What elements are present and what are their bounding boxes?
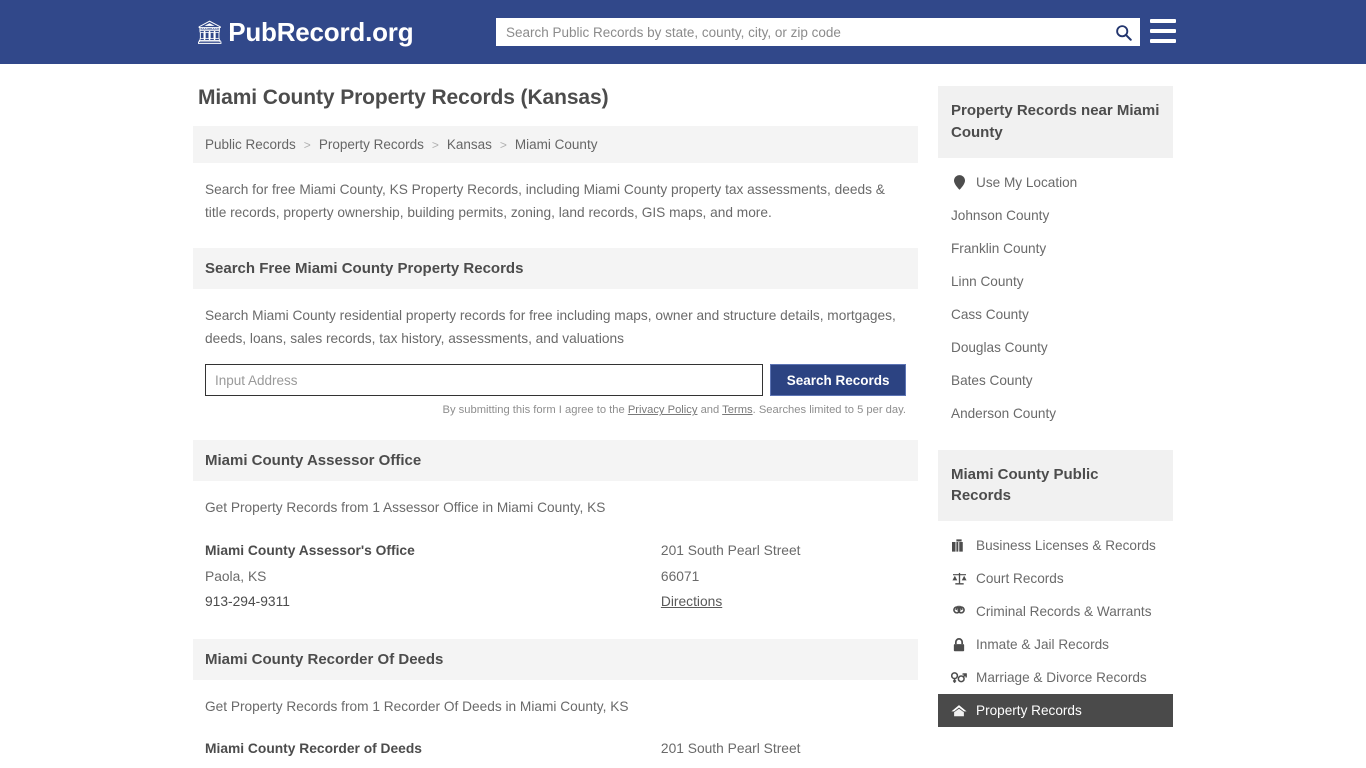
hamburger-menu-icon[interactable] (1150, 19, 1176, 43)
office-zip: 66071 (660, 568, 700, 584)
office-right-column: 201 South Pearl Street 66071 Directions (661, 538, 906, 615)
sidebar-item-label: Criminal Records & Warrants (976, 604, 1152, 619)
site-header: 🏛 PubRecord.org (0, 0, 1366, 64)
breadcrumb-item-property-records[interactable]: Property Records (319, 137, 424, 152)
main-content: Miami County Property Records (Kansas) P… (193, 86, 918, 768)
sidebar-public-records-block: Miami County Public Records Business Lic… (938, 449, 1173, 727)
office-zip: 66071 (661, 762, 906, 768)
recorder-section-heading: Miami County Recorder Of Deeds (193, 638, 918, 680)
sidebar-public-records-heading: Miami County Public Records (938, 449, 1173, 521)
sidebar-item-douglas-county[interactable]: Douglas County (938, 331, 1173, 364)
venus-mars-icon (951, 671, 967, 684)
bank-building-icon: 🏛 (195, 18, 225, 45)
sidebar-item-label: Johnson County (951, 207, 1050, 223)
search-icon (1115, 24, 1132, 41)
house-icon (951, 704, 967, 717)
address-search-form: Search Records (193, 350, 918, 397)
assessor-section-description: Get Property Records from 1 Assessor Off… (205, 500, 606, 516)
breadcrumb: Public Records > Property Records > Kans… (193, 126, 918, 163)
sidebar-item-business-licenses[interactable]: Business Licenses & Records (938, 529, 1173, 562)
hamburger-bar (1150, 39, 1176, 43)
search-input[interactable] (496, 19, 1106, 45)
office-city-state: Paola, KS (205, 762, 661, 768)
sidebar-item-marriage-divorce-records[interactable]: Marriage & Divorce Records (938, 661, 1173, 694)
handcuffs-icon (951, 605, 967, 618)
page-title: Miami County Property Records (Kansas) (198, 86, 609, 109)
office-name: Miami County Assessor's Office (205, 543, 415, 559)
breadcrumb-separator-icon: > (303, 137, 311, 152)
office-city-state: Paola, KS (205, 568, 267, 584)
breadcrumb-item-public-records[interactable]: Public Records (205, 137, 296, 152)
sidebar-item-label: Douglas County (951, 339, 1048, 355)
sidebar-item-property-records[interactable]: Property Records (938, 694, 1173, 727)
sidebar-nearby-list: Use My Location Johnson County Franklin … (938, 158, 1173, 430)
search-submit-button[interactable] (1106, 18, 1140, 46)
sidebar-item-use-my-location[interactable]: Use My Location (938, 166, 1173, 199)
office-entry: Miami County Assessor's Office Paola, KS… (193, 520, 918, 615)
disclaimer-mid: and (697, 404, 723, 417)
sidebar-item-linn-county[interactable]: Linn County (938, 265, 1173, 298)
breadcrumb-separator-icon: > (431, 137, 439, 152)
sidebar-item-criminal-records[interactable]: Criminal Records & Warrants (938, 595, 1173, 628)
intro-paragraph: Search for free Miami County, KS Propert… (205, 182, 885, 220)
office-directions-link[interactable]: Directions (661, 594, 722, 609)
form-disclaimer: By submitting this form I agree to the P… (193, 396, 918, 416)
sidebar-item-cass-county[interactable]: Cass County (938, 298, 1173, 331)
site-logo-link[interactable]: 🏛 PubRecord.org (195, 16, 414, 48)
office-left-column: Miami County Assessor's Office Paola, KS… (205, 538, 661, 615)
search-section-heading: Search Free Miami County Property Record… (193, 248, 918, 290)
sidebar-item-label: Marriage & Divorce Records (976, 670, 1147, 685)
sidebar-public-records-list: Business Licenses & Records Court Record… (938, 521, 1173, 727)
sidebar-item-anderson-county[interactable]: Anderson County (938, 397, 1173, 430)
brand-name: PubRecord.org (228, 16, 414, 47)
breadcrumb-separator-icon: > (499, 137, 507, 152)
sidebar-item-label: Inmate & Jail Records (976, 637, 1109, 652)
privacy-policy-link[interactable]: Privacy Policy (628, 404, 698, 416)
sidebar-item-label: Cass County (951, 306, 1029, 322)
search-section-description: Search Miami County residential property… (205, 308, 896, 346)
office-left-column: Miami County Recorder of Deeds Paola, KS… (205, 736, 661, 768)
sidebar-item-label: Anderson County (951, 405, 1057, 421)
breadcrumb-item-kansas[interactable]: Kansas (447, 137, 492, 152)
assessor-section-heading: Miami County Assessor Office (193, 440, 918, 482)
scales-of-justice-icon (951, 572, 967, 585)
office-entry: Miami County Recorder of Deeds Paola, KS… (193, 718, 918, 768)
sidebar-item-label: Use My Location (976, 174, 1078, 190)
sidebar-item-franklin-county[interactable]: Franklin County (938, 232, 1173, 265)
office-phone: 913-294-9311 (205, 594, 290, 610)
sidebar-item-court-records[interactable]: Court Records (938, 562, 1173, 595)
sidebar-item-label: Court Records (976, 571, 1064, 586)
padlock-icon (951, 637, 967, 652)
sidebar-item-label: Bates County (951, 372, 1033, 388)
terms-link[interactable]: Terms (722, 404, 752, 416)
sidebar-item-label: Linn County (951, 273, 1024, 289)
address-input[interactable] (205, 364, 764, 397)
sidebar-item-inmate-jail-records[interactable]: Inmate & Jail Records (938, 628, 1173, 661)
sidebar: Property Records near Miami County Use M… (938, 86, 1173, 727)
search-records-button[interactable]: Search Records (770, 364, 906, 397)
office-right-column: 201 South Pearl Street 66071 Directions (661, 736, 906, 768)
sidebar-item-bates-county[interactable]: Bates County (938, 364, 1173, 397)
recorder-section-description: Get Property Records from 1 Recorder Of … (205, 698, 629, 714)
sidebar-nearby-heading: Property Records near Miami County (938, 86, 1173, 158)
disclaimer-prefix: By submitting this form I agree to the (442, 404, 628, 417)
map-pin-icon (951, 174, 967, 190)
sidebar-item-label: Franklin County (951, 240, 1047, 256)
office-street: 201 South Pearl Street (660, 741, 801, 757)
disclaimer-suffix: . Searches limited to 5 per day. (752, 404, 906, 417)
sidebar-item-label: Property Records (976, 703, 1082, 718)
page-body: Miami County Property Records (Kansas) P… (0, 64, 1366, 768)
sidebar-item-johnson-county[interactable]: Johnson County (938, 199, 1173, 232)
briefcase-icon (951, 539, 967, 552)
office-street: 201 South Pearl Street (660, 543, 801, 559)
breadcrumb-item-miami-county: Miami County (514, 137, 598, 152)
office-name: Miami County Recorder of Deeds (205, 741, 422, 757)
sidebar-item-label: Business Licenses & Records (976, 538, 1156, 553)
header-search-box (496, 18, 1140, 46)
hamburger-bar (1150, 19, 1176, 23)
hamburger-bar (1150, 29, 1176, 33)
